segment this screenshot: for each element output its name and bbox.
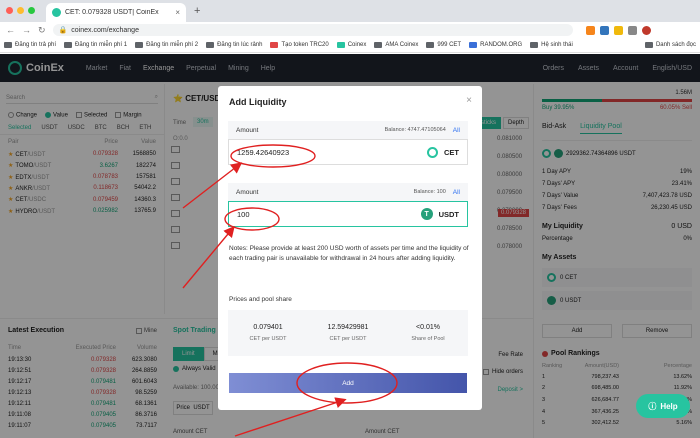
extensions — [585, 25, 651, 35]
add-liquidity-modal: Add Liquidity × Amount Balance: 4747.471… — [218, 86, 482, 410]
bookmark-item[interactable]: RANDOM.ORG — [469, 42, 522, 48]
cet-balance: Balance: 4747.47105064 — [384, 127, 446, 133]
folder-icon — [426, 42, 435, 48]
extension-icon[interactable] — [613, 25, 623, 35]
bookmark-item[interactable]: Đăng tin miễn phí 1 — [64, 42, 127, 48]
help-icon: ⓘ — [648, 401, 657, 411]
forward-icon[interactable]: → — [22, 25, 31, 35]
cet-amount-value[interactable]: 1259.42640923 — [237, 148, 289, 157]
puzzle-icon[interactable] — [627, 25, 637, 35]
modal-title: Add Liquidity — [229, 97, 287, 107]
usdt-all-button[interactable]: All — [453, 189, 460, 196]
folder-icon — [530, 42, 539, 48]
close-window-icon[interactable] — [6, 7, 13, 14]
usdt-balance: Balance: 100 — [413, 189, 446, 195]
cet-amount-box: Amount Balance: 4747.47105064 All 1259.4… — [228, 121, 468, 165]
folder-icon — [374, 42, 383, 48]
metamask-icon[interactable] — [585, 25, 595, 35]
random-icon — [469, 42, 478, 48]
new-tab-icon[interactable]: + — [194, 5, 200, 17]
lock-icon: 🔒 — [58, 27, 68, 34]
bookmark-item[interactable]: 999 CET — [426, 42, 461, 48]
tab-title: CET: 0.079328 USDT| CoinEx — [65, 9, 159, 16]
bookmark-item[interactable]: Đăng tin trả phí — [4, 42, 56, 48]
liquidity-notes: Notes: Please provide at least 200 USD w… — [229, 245, 469, 262]
cet-amount-field[interactable]: 1259.42640923 CET — [228, 139, 468, 165]
folder-icon — [64, 42, 73, 48]
back-icon[interactable]: ← — [6, 25, 15, 35]
extension-icon[interactable] — [599, 25, 609, 35]
prices-pool-share-title: Prices and pool share — [229, 296, 292, 303]
cet-currency: CET — [427, 146, 459, 158]
folder-icon — [4, 42, 12, 48]
bookmark-item[interactable]: Hệ sinh thái — [530, 42, 573, 48]
cet-icon — [427, 146, 438, 158]
usdt-currency: T USDT — [420, 208, 459, 220]
usdt-amount-header: Amount Balance: 100 All — [236, 188, 460, 196]
price-cet-per-usdt: 0.079401 CET per USDT — [249, 324, 287, 342]
share-of-pool: <0.01% Share of Pool — [411, 324, 445, 342]
coinex-icon — [336, 42, 345, 48]
usdt-amount-value[interactable]: 100 — [237, 210, 250, 219]
url-text: coinex.com/exchange — [71, 26, 139, 34]
cet-amount-header: Amount Balance: 4747.47105064 All — [236, 126, 460, 134]
url-field[interactable]: 🔒 coinex.com/exchange — [52, 24, 573, 36]
cet-all-button[interactable]: All — [453, 127, 460, 134]
reading-list[interactable]: Danh sách đọc — [644, 42, 696, 48]
browser-tabbar: CET: 0.079328 USDT| CoinEx × + — [0, 0, 700, 22]
profile-avatar[interactable] — [641, 25, 651, 35]
zoom-window-icon[interactable] — [28, 7, 35, 14]
add-liquidity-button[interactable]: Add — [229, 373, 467, 393]
bookmark-item[interactable]: Đăng tin lúc rảnh — [206, 42, 262, 48]
bookmark-item[interactable]: AMA Coinex — [374, 42, 418, 48]
coinex-favicon-icon — [52, 8, 61, 17]
browser-tab[interactable]: CET: 0.079328 USDT| CoinEx × — [46, 3, 186, 22]
bookmark-item[interactable]: Đăng tin miễn phí 2 — [135, 42, 198, 48]
close-icon[interactable]: × — [466, 95, 472, 106]
usdt-icon: T — [420, 208, 433, 220]
bookmarks-bar: Đăng tin trả phí Đăng tin miễn phí 1 Đăn… — [0, 38, 700, 53]
usdt-amount-field[interactable]: 100 T USDT — [228, 201, 468, 227]
price-usdt-per-cet: 12.59429981 CET per USDT — [327, 324, 369, 342]
bookmark-item[interactable]: Tạo token TRC20 — [270, 42, 329, 48]
bookmark-item[interactable]: Coinex — [336, 42, 366, 48]
address-bar-row: ← → ↻ 🔒 coinex.com/exchange — [0, 22, 700, 38]
tab-close-icon[interactable]: × — [175, 8, 180, 17]
help-button[interactable]: ⓘ Help — [636, 394, 690, 418]
folder-icon — [206, 42, 215, 48]
link-icon — [270, 42, 279, 48]
window-controls[interactable] — [6, 7, 35, 14]
folder-icon — [135, 42, 144, 48]
reload-icon[interactable]: ↻ — [38, 25, 46, 36]
minimize-window-icon[interactable] — [17, 7, 24, 14]
prices-pool-share: 0.079401 CET per USDT 12.59429981 CET pe… — [228, 310, 468, 356]
usdt-amount-box: Amount Balance: 100 All 100 T USDT — [228, 183, 468, 227]
reading-list-icon — [644, 42, 653, 48]
